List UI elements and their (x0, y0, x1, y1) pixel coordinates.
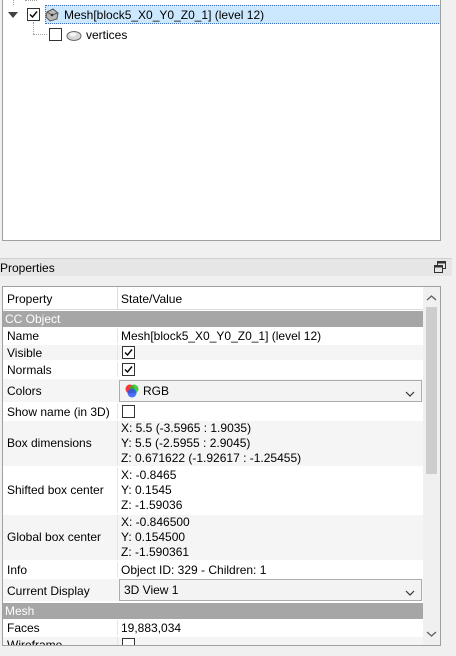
column-divider (117, 515, 118, 560)
current-display-combobox[interactable]: 3D View 1 (119, 579, 422, 601)
column-divider (117, 620, 118, 635)
property-key: Name (7, 329, 40, 343)
column-divider (117, 637, 118, 645)
column-divider (117, 345, 118, 360)
chevron-down-icon (405, 387, 415, 401)
mesh-label: Mesh[block5_X0_Y0_Z0_1] (level 12) (64, 7, 265, 22)
property-row-box-dimensions: Box dimensions X: 5.5 (-3.5965 : 1.9035)… (3, 421, 424, 467)
normals-checkbox[interactable] (122, 363, 135, 376)
property-row-colors: Colors RGB (3, 379, 424, 403)
property-key: Show name (in 3D) (7, 405, 110, 419)
colors-combobox[interactable]: RGB (119, 380, 422, 402)
box-dim-x: X: 5.5 (-3.5965 : 1.9035) (121, 421, 252, 435)
mesh-visibility-checkbox[interactable] (27, 8, 40, 21)
scrollbar-thumb[interactable] (426, 307, 437, 474)
box-dim-z: Z: 0.671622 (-1.92617 : -1.25455) (121, 451, 302, 465)
property-value: 19,883,034 (121, 621, 182, 635)
current-display-value: 3D View 1 (124, 583, 179, 597)
column-header-property[interactable]: Property (7, 292, 52, 306)
property-key: Visible (7, 346, 43, 360)
visible-checkbox[interactable] (122, 346, 135, 359)
shifted-z: Z: -1.59036 (121, 498, 183, 512)
property-row-faces: Faces 19,883,034 (3, 620, 424, 636)
db-tree-panel: Mesh[block5_X0_Y0_Z0_1] (level 12) verti… (2, 0, 441, 241)
property-value: Object ID: 329 - Children: 1 (121, 563, 267, 577)
vertices-visibility-checkbox[interactable] (49, 28, 62, 41)
scroll-up-arrow-icon[interactable] (426, 291, 437, 305)
property-key: Faces (7, 621, 40, 635)
property-key: Wireframe (7, 638, 63, 646)
box-dim-y: Y: 5.5 (-2.5955 : 2.9045) (121, 436, 251, 450)
column-separator[interactable] (117, 287, 118, 310)
vertices-label: vertices (86, 27, 128, 42)
column-divider (117, 421, 118, 466)
tree-item-mesh[interactable]: Mesh[block5_X0_Y0_Z0_1] (level 12) (7, 5, 440, 24)
tree-item-vertices[interactable]: vertices (7, 25, 127, 44)
wireframe-checkbox[interactable] (122, 638, 135, 645)
section-label: Mesh (5, 604, 35, 618)
cloud-icon (66, 28, 82, 42)
shifted-x: X: -0.8465 (121, 468, 177, 482)
property-row-name: Name Mesh[block5_X0_Y0_Z0_1] (level 12) (3, 328, 424, 344)
property-row-show-name: Show name (in 3D) (3, 404, 424, 420)
property-key: Box dimensions (7, 436, 92, 450)
properties-dock-title[interactable]: Properties (0, 258, 452, 276)
global-x: X: -0.846500 (121, 515, 190, 529)
property-row-info: Info Object ID: 329 - Children: 1 (3, 562, 424, 578)
property-row-shifted-center: Shifted box center X: -0.8465 Y: 0.1545 … (3, 468, 424, 514)
global-z: Z: -1.590361 (121, 545, 190, 559)
scroll-down-arrow-icon[interactable] (426, 627, 437, 641)
property-row-global-center: Global box center X: -0.846500 Y: 0.1545… (3, 515, 424, 561)
property-value[interactable]: Mesh[block5_X0_Y0_Z0_1] (level 12) (121, 329, 321, 344)
column-divider (117, 362, 118, 377)
property-key: Shifted box center (7, 483, 104, 497)
colors-value: RGB (143, 384, 170, 398)
column-divider (117, 404, 118, 419)
property-key: Current Display (7, 584, 90, 598)
column-divider (117, 562, 118, 577)
mesh-icon (44, 7, 60, 22)
vertical-scrollbar[interactable] (423, 287, 440, 645)
property-row-visible: Visible (3, 345, 424, 361)
property-key: Colors (7, 384, 42, 398)
rgb-icon (124, 383, 140, 399)
section-cc-object: CC Object (3, 311, 424, 327)
show-name-checkbox[interactable] (122, 405, 135, 418)
property-row-current-display: Current Display 3D View 1 (3, 579, 424, 602)
properties-table[interactable]: Property State/Value CC Object Name Mesh… (2, 286, 441, 646)
property-row-normals: Normals (3, 362, 424, 378)
expand-arrow-icon[interactable] (7, 9, 19, 21)
float-dock-icon[interactable] (434, 261, 446, 273)
chevron-down-icon (405, 586, 415, 600)
section-label: CC Object (5, 312, 61, 326)
property-key: Normals (7, 363, 52, 377)
property-row-wireframe: Wireframe (3, 637, 424, 646)
column-header-value[interactable]: State/Value (121, 292, 182, 306)
property-key: Info (7, 563, 28, 577)
column-divider (117, 468, 118, 513)
table-header: Property State/Value (3, 287, 424, 310)
global-y: Y: 0.154500 (121, 530, 186, 544)
column-divider (117, 328, 118, 343)
property-key: Global box center (7, 530, 102, 544)
shifted-y: Y: 0.1545 (121, 483, 172, 497)
tree-guide-line (25, 0, 37, 1)
section-mesh: Mesh (3, 603, 424, 619)
properties-title: Properties (0, 260, 55, 275)
